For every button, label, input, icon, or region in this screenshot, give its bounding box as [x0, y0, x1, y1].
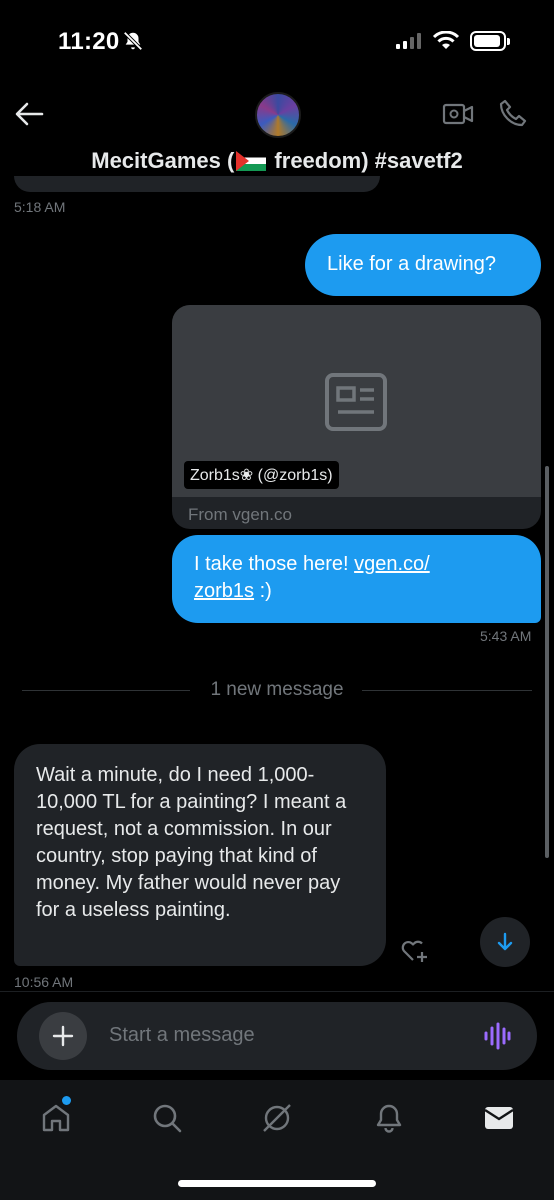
message-text: I take those here! — [194, 553, 355, 575]
previous-message-bubble — [14, 176, 380, 192]
video-call-icon[interactable] — [442, 100, 474, 128]
scroll-down-button[interactable] — [480, 917, 530, 967]
link-preview-card[interactable]: Zorb1s❀ (@zorb1s) From vgen.co — [172, 305, 541, 529]
scrollbar[interactable] — [545, 466, 549, 858]
message-text-end: :) — [254, 580, 272, 602]
message-link[interactable]: vgen.co/ — [354, 553, 430, 575]
add-reaction-icon[interactable] — [400, 936, 430, 964]
plus-icon — [52, 1025, 74, 1047]
message-text: Like for a drawing? — [327, 253, 496, 275]
card-source: From vgen.co — [188, 505, 292, 524]
message-timestamp: 10:56 AM — [14, 974, 74, 990]
avatar[interactable] — [255, 92, 301, 138]
bell-off-icon — [123, 31, 143, 51]
bell-icon[interactable] — [373, 1102, 405, 1134]
conversation-title[interactable]: MecitGames ( freedom) #savetf2 — [0, 148, 554, 174]
battery-icon — [470, 31, 510, 51]
outgoing-message[interactable]: Like for a drawing? — [305, 234, 541, 296]
back-arrow-icon[interactable] — [14, 100, 44, 128]
card-media: Zorb1s❀ (@zorb1s) — [172, 305, 541, 497]
new-message-divider: 1 new message — [210, 679, 344, 700]
status-time: 11:20 — [58, 28, 120, 55]
composer-divider — [0, 991, 554, 992]
title-suffix: freedom) #savetf2 — [268, 148, 463, 173]
message-link[interactable]: zorb1s — [194, 580, 254, 602]
message-timestamp: 5:43 AM — [480, 628, 532, 644]
notification-dot — [62, 1096, 71, 1105]
search-icon[interactable] — [151, 1102, 183, 1134]
palestine-flag-icon — [236, 151, 267, 171]
grok-icon[interactable] — [261, 1102, 293, 1134]
wifi-icon — [432, 31, 460, 49]
arrow-down-icon — [497, 932, 513, 951]
message-composer: Start a message — [17, 1002, 537, 1070]
phone-call-icon[interactable] — [498, 98, 528, 128]
title-prefix: MecitGames ( — [91, 148, 235, 173]
article-icon — [325, 373, 387, 431]
mail-icon[interactable] — [483, 1102, 515, 1134]
incoming-message[interactable]: Wait a minute, do I need 1,000-10,000 TL… — [14, 744, 386, 966]
signal-icon — [396, 33, 421, 49]
home-icon[interactable] — [40, 1102, 72, 1134]
add-media-button[interactable] — [39, 1012, 87, 1060]
message-text: Wait a minute, do I need 1,000-10,000 TL… — [36, 764, 347, 921]
home-indicator — [178, 1180, 376, 1187]
card-title: Zorb1s❀ (@zorb1s) — [184, 461, 339, 489]
outgoing-message[interactable]: I take those here! vgen.co/ zorb1s :) — [172, 535, 541, 623]
message-input[interactable]: Start a message — [109, 1024, 255, 1047]
message-timestamp: 5:18 AM — [14, 199, 66, 215]
voice-icon[interactable] — [483, 1022, 511, 1050]
